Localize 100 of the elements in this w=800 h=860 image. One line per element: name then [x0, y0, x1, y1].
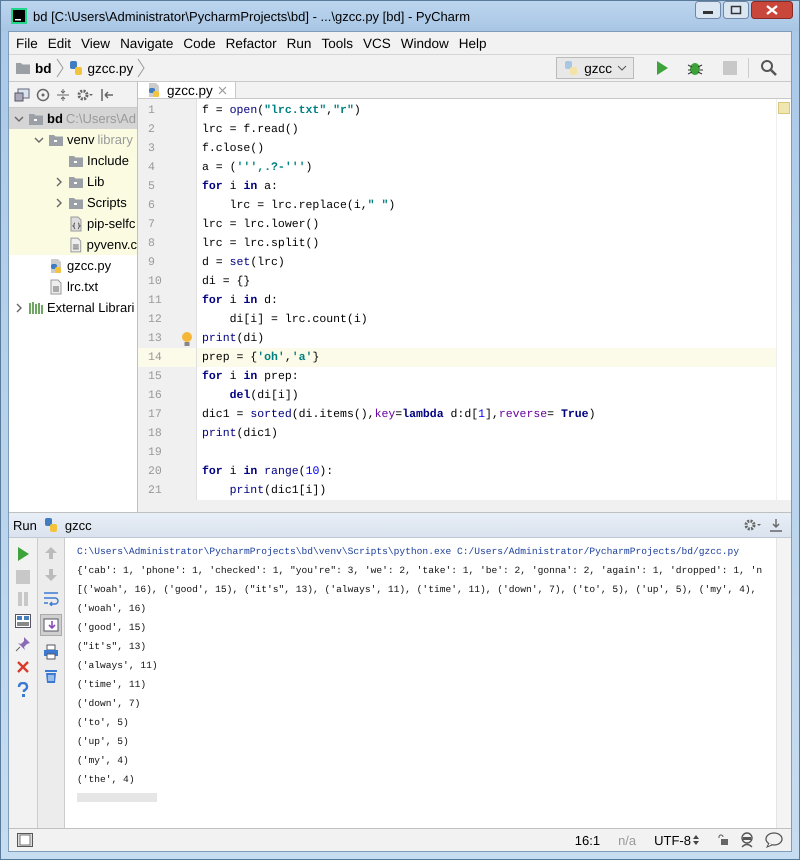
tree-item[interactable]: bd C:\Users\Ad [9, 108, 137, 129]
line-number: 12 [148, 313, 162, 326]
console-line: ('my', 4) [77, 754, 130, 768]
run-config-name: gzcc [64, 518, 92, 532]
breadcrumb[interactable]: gzcc.py [68, 60, 134, 76]
chevron-down-icon[interactable] [14, 114, 24, 124]
editor-tab[interactable]: gzcc.py [138, 82, 236, 98]
code-line: lrc = lrc.split() [201, 237, 320, 250]
chevron-right-icon[interactable] [14, 302, 24, 312]
console-line: ("it's", 13) [77, 640, 148, 654]
code-line: lrc = f.read() [201, 123, 299, 136]
json-file-icon [68, 216, 84, 232]
tree-item[interactable]: lrc.txt [9, 276, 137, 297]
tree-item[interactable]: pip-selfc [9, 213, 137, 234]
tool-windows-icon[interactable] [17, 833, 33, 847]
hide-icon[interactable] [769, 518, 783, 532]
menu-item[interactable]: Refactor [220, 36, 282, 50]
console-line: ('to', 5) [77, 716, 130, 730]
line-number: 19 [148, 446, 162, 459]
help-icon[interactable] [16, 682, 30, 698]
menu-item[interactable]: Navigate [115, 36, 178, 50]
text-file-icon [48, 278, 64, 294]
tree-item[interactable]: Include [9, 150, 137, 171]
collapse-icon[interactable] [56, 88, 70, 102]
chevron-right-icon[interactable] [54, 198, 64, 208]
console-line: C:\Users\Administrator\PycharmProjects\bd\venv\Scripts\python.exe C:/Users/Administrator/PycharmProjects/bd/gzcc.py [77, 545, 740, 559]
line-number: 15 [148, 370, 162, 383]
tree-item[interactable]: Scripts [9, 192, 137, 213]
code-line: print(di) [201, 332, 264, 345]
code-line: print(dic1) [201, 427, 278, 440]
tree-item[interactable]: External Librari [9, 297, 137, 318]
tree-item[interactable]: Lib [9, 171, 137, 192]
scroll-to-end-button[interactable] [40, 614, 62, 636]
line-number: 7 [148, 218, 155, 231]
cursor-position[interactable]: 16:1 [574, 832, 600, 848]
rerun-icon[interactable] [16, 546, 30, 562]
close-icon[interactable] [16, 660, 30, 674]
code-line: di[i] = lrc.count(i) [228, 313, 368, 326]
lightbulb-icon[interactable] [181, 330, 193, 346]
menu-item[interactable]: Help [454, 36, 492, 50]
settings-icon[interactable] [743, 518, 763, 532]
line-number: 17 [148, 408, 162, 421]
tree-item[interactable]: pyvenv.c [9, 234, 137, 255]
trash-icon[interactable] [44, 668, 58, 684]
line-number: 11 [148, 294, 162, 307]
close-icon[interactable] [751, 1, 793, 19]
layout-icon[interactable] [15, 614, 31, 628]
run-icon[interactable] [655, 60, 669, 76]
scrollbar-thumb[interactable] [77, 793, 157, 802]
minimize-icon[interactable] [695, 1, 721, 19]
hide-panel-icon[interactable] [100, 88, 114, 102]
menu-item[interactable]: VCS [358, 36, 396, 50]
maximize-icon[interactable] [723, 1, 749, 19]
folder-icon [68, 154, 84, 168]
menu-item[interactable]: File [11, 36, 43, 50]
code-line: a = (''',.?-''') [201, 161, 312, 174]
print-icon[interactable] [43, 644, 59, 660]
tree-item[interactable]: venv library [9, 129, 137, 150]
menu-item[interactable]: Code [178, 36, 221, 50]
window-title: bd [C:\Users\Administrator\PycharmProjects\bd] - ...\gzcc.py [bd] - PyCharm [33, 8, 472, 24]
inspector-icon[interactable] [739, 832, 755, 848]
line-number: 4 [148, 161, 155, 174]
run-config-dropdown[interactable]: gzcc [556, 57, 634, 79]
lock-icon[interactable] [717, 834, 729, 846]
line-number: 1 [148, 104, 155, 117]
settings-icon[interactable] [76, 88, 94, 102]
event-log-icon[interactable] [765, 832, 783, 848]
chevron-down-icon[interactable] [34, 134, 44, 144]
code-line: for i in a: [201, 180, 278, 193]
console-line: ('up', 5) [77, 735, 130, 749]
chevron-icon [137, 58, 146, 78]
menu-item[interactable]: Edit [42, 36, 76, 50]
text-file-icon [68, 236, 84, 252]
search-icon[interactable] [760, 59, 778, 77]
menu-item[interactable]: Tools [316, 36, 358, 50]
menu-item[interactable]: Run [282, 36, 316, 50]
soft-wrap-icon[interactable] [43, 590, 59, 606]
chevron-right-icon[interactable] [54, 176, 64, 186]
code-line: print(dic1[i]) [228, 484, 326, 497]
tree-item[interactable]: gzcc.py [9, 255, 137, 276]
line-number: 16 [148, 389, 162, 402]
project-view-icon[interactable] [14, 88, 30, 102]
line-number: 8 [148, 237, 155, 250]
app-logo-icon [11, 8, 27, 24]
breadcrumb[interactable]: bd [15, 60, 52, 76]
library-icon [28, 300, 44, 314]
menu-item[interactable]: Window [396, 36, 454, 50]
chevron-icon [56, 58, 64, 78]
encoding-selector[interactable]: UTF-8 [654, 832, 699, 848]
code-line: for i in prep: [201, 370, 299, 383]
folder-icon [28, 112, 44, 126]
bug-icon[interactable] [687, 60, 705, 76]
code-line: lrc = lrc.lower() [201, 218, 320, 231]
menu-item[interactable]: View [76, 36, 116, 50]
pin-icon[interactable] [15, 636, 31, 652]
line-number: 5 [148, 180, 155, 193]
console-line: ('always', 11) [77, 659, 159, 673]
locate-icon[interactable] [36, 88, 50, 102]
python-file-icon [68, 60, 84, 76]
scrollbar[interactable] [776, 538, 791, 828]
